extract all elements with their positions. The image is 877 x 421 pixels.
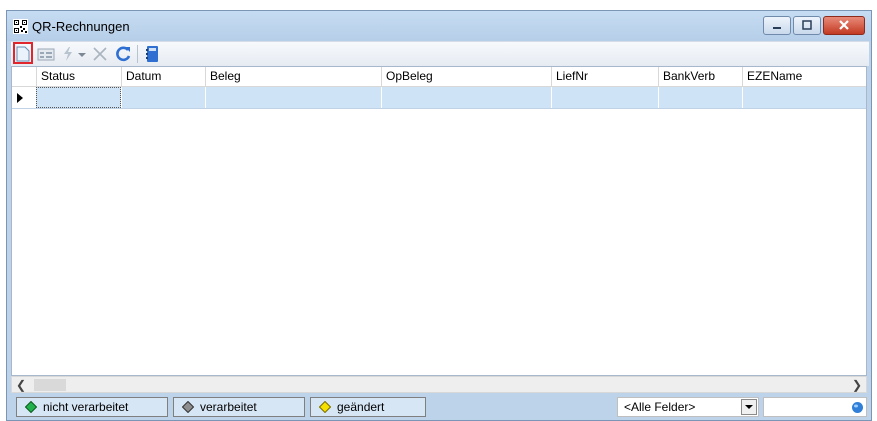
filter-label: verarbeitet xyxy=(200,400,257,414)
status-bar: nicht verarbeitet verarbeitet geändert <… xyxy=(11,393,869,419)
table-cell[interactable] xyxy=(551,87,658,108)
new-document-icon xyxy=(16,46,30,62)
row-indicator-header xyxy=(12,67,36,86)
table-cell[interactable] xyxy=(205,87,381,108)
qr-code-icon xyxy=(13,19,28,34)
scrollbar-thumb[interactable] xyxy=(34,379,66,391)
column-header[interactable]: LiefNr xyxy=(551,67,658,86)
notebook-icon[interactable] xyxy=(143,45,161,63)
close-icon xyxy=(839,20,849,30)
new-button[interactable] xyxy=(13,42,33,64)
column-header[interactable]: BankVerb xyxy=(658,67,742,86)
gray-diamond-icon xyxy=(182,401,194,413)
filter-changed-button[interactable]: geändert xyxy=(310,397,426,417)
table-cell[interactable] xyxy=(121,87,205,108)
column-header[interactable]: Status xyxy=(36,67,121,86)
filter-lightning-icon[interactable] xyxy=(59,45,77,63)
form-view-icon[interactable] xyxy=(37,45,55,63)
delete-icon[interactable] xyxy=(91,45,109,63)
current-row-arrow-icon xyxy=(17,93,23,103)
filter-label: geändert xyxy=(337,400,385,414)
filter-processed-button[interactable]: verarbeitet xyxy=(173,397,305,417)
data-grid[interactable]: Status Datum Beleg OpBeleg LiefNr BankVe… xyxy=(11,66,867,376)
scroll-left-icon[interactable]: ❮ xyxy=(14,378,28,392)
yellow-diamond-icon xyxy=(319,401,331,413)
table-cell[interactable] xyxy=(381,87,551,108)
filter-not-processed-button[interactable]: nicht verarbeitet xyxy=(16,397,168,417)
table-row[interactable] xyxy=(12,87,866,109)
background-top-strip xyxy=(0,0,877,10)
refresh-icon[interactable] xyxy=(114,45,132,63)
green-diamond-icon xyxy=(25,401,37,413)
column-header[interactable]: Beleg xyxy=(205,67,381,86)
close-button[interactable] xyxy=(823,16,865,35)
dropdown-button[interactable] xyxy=(741,399,757,415)
scroll-right-icon[interactable]: ❯ xyxy=(850,378,864,392)
minimize-icon xyxy=(773,27,781,29)
column-header[interactable]: Datum xyxy=(121,67,205,86)
search-globe-icon[interactable] xyxy=(851,401,864,414)
dropdown-arrow-icon[interactable] xyxy=(76,45,88,63)
horizontal-scrollbar[interactable]: ❮ ❯ xyxy=(11,376,867,393)
table-cell[interactable] xyxy=(742,87,866,108)
window-title: QR-Rechnungen xyxy=(32,19,130,34)
maximize-icon xyxy=(802,20,812,30)
column-header[interactable]: EZEName xyxy=(742,67,866,86)
search-input[interactable] xyxy=(763,397,867,417)
filter-label: nicht verarbeitet xyxy=(43,400,129,414)
field-select-value: <Alle Felder> xyxy=(624,400,696,414)
title-bar: QR-Rechnungen xyxy=(7,11,871,41)
table-cell[interactable] xyxy=(658,87,742,108)
field-select-dropdown[interactable]: <Alle Felder> xyxy=(617,397,759,417)
minimize-button[interactable] xyxy=(763,16,791,35)
toolbar-separator xyxy=(137,45,138,63)
toolbar xyxy=(11,41,869,66)
maximize-button[interactable] xyxy=(793,16,821,35)
column-header[interactable]: OpBeleg xyxy=(381,67,551,86)
qr-invoices-window: QR-Rechnungen Status Datum Beleg OpBeleg… xyxy=(6,10,872,421)
grid-header: Status Datum Beleg OpBeleg LiefNr BankVe… xyxy=(12,67,866,87)
chevron-down-icon xyxy=(745,405,753,409)
table-cell[interactable] xyxy=(36,87,121,108)
